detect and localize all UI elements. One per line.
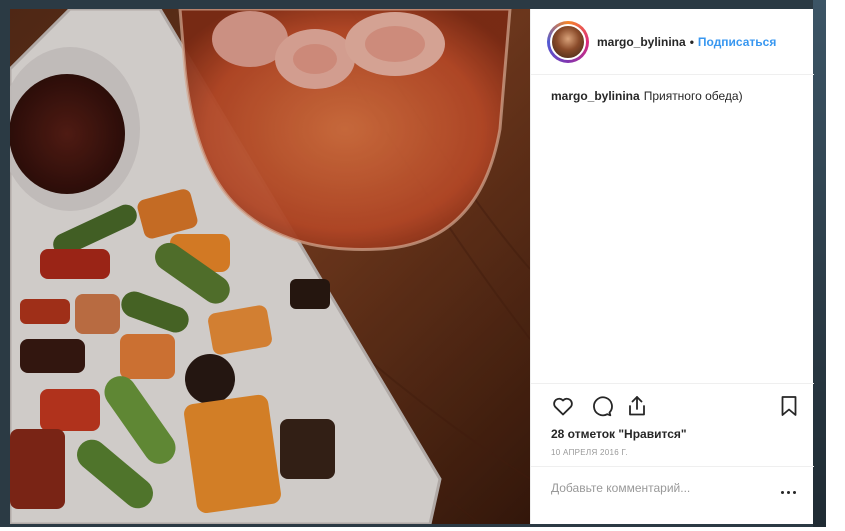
screenshot-frame: margo_bylinina • Подписаться margo_bylin… [0,0,845,531]
caption-username-link[interactable]: margo_bylinina [551,89,640,103]
caption-text: Приятного обеда) [643,89,743,103]
likes-count-link[interactable]: 28 отметок "Нравится" [551,427,687,441]
more-dots-icon[interactable] [781,487,801,497]
bookmark-icon[interactable] [777,394,801,418]
share-icon[interactable] [625,394,649,418]
add-comment-input[interactable] [551,481,751,495]
post-date[interactable]: 10 АПРЕЛЯ 2016 Г. [551,448,628,457]
backdrop-edge [813,0,826,527]
heart-icon[interactable] [551,394,575,418]
more-dot [793,490,796,494]
header-separator: • [689,34,694,49]
avatar-story-ring[interactable] [547,20,589,63]
food-photo-image [10,9,530,524]
header-text: margo_bylinina • Подписаться [597,35,776,49]
action-bar [551,394,801,420]
more-dot [781,490,784,494]
post-header: margo_bylinina • Подписаться [531,9,814,75]
more-dot [787,490,790,494]
comment-bubble-icon[interactable] [589,394,613,418]
post-photo[interactable] [10,9,530,524]
header-username-link[interactable]: margo_bylinina [597,35,686,49]
post-side-panel: margo_bylinina • Подписаться margo_bylin… [530,9,814,524]
outer-margin [826,0,845,531]
follow-button[interactable]: Подписаться [698,35,776,49]
actions-divider [531,383,814,384]
comment-divider [531,466,814,467]
post-caption: margo_bylinina Приятного обеда) [551,88,801,104]
avatar[interactable] [550,23,586,60]
